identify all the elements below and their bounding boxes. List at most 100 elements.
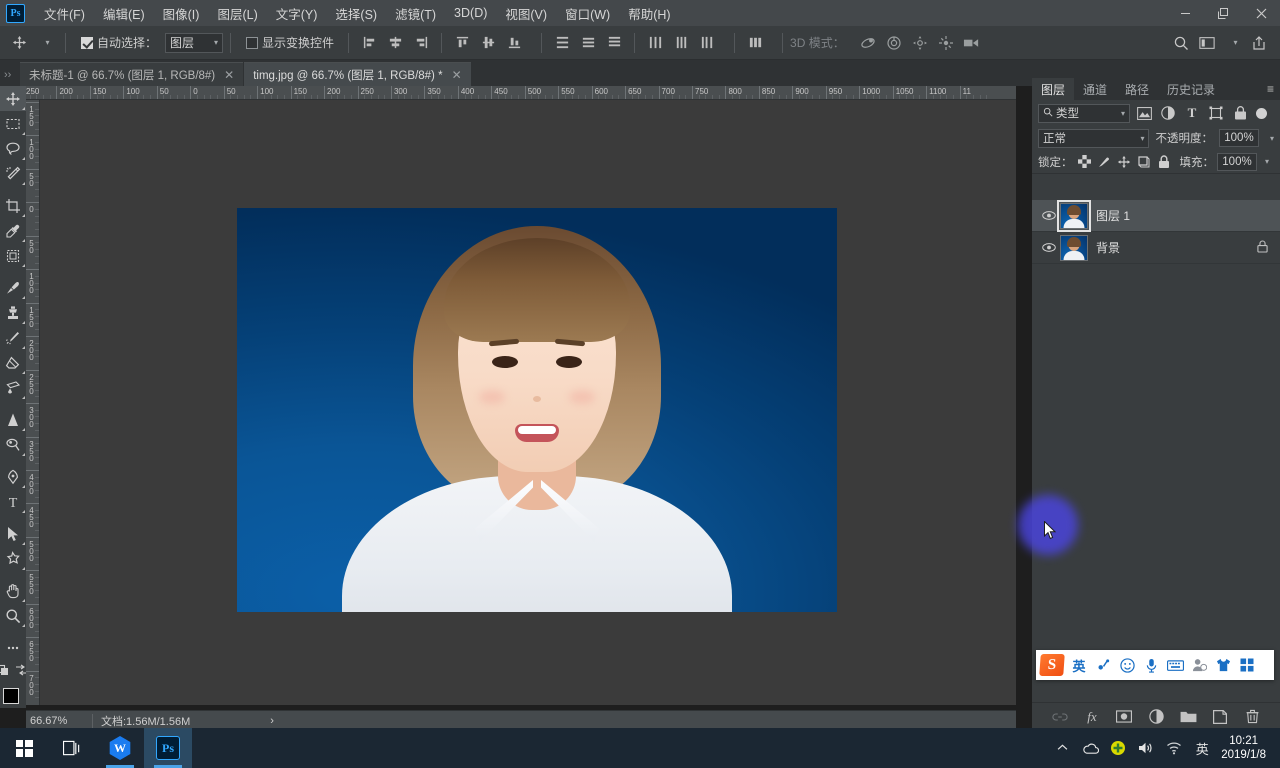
document-image[interactable] xyxy=(237,208,837,612)
move-tool-icon[interactable] xyxy=(6,30,32,56)
eraser-tool-icon[interactable] xyxy=(0,350,26,375)
toolbox-icon[interactable] xyxy=(1238,658,1256,672)
lock-position-icon[interactable] xyxy=(1116,153,1133,170)
link-layers-button[interactable] xyxy=(1051,708,1069,726)
new-layer-button[interactable] xyxy=(1211,708,1229,726)
roll-3d-icon[interactable] xyxy=(881,30,907,56)
show-transform-checkbox[interactable] xyxy=(246,36,259,49)
photoshop-taskbar-button[interactable]: Ps xyxy=(144,728,192,768)
gradient-tool-icon[interactable] xyxy=(0,375,26,400)
document-tab[interactable]: 未标题-1 @ 66.7% (图层 1, RGB/8#) ✕ xyxy=(20,62,244,86)
volume-tray-icon[interactable] xyxy=(1133,728,1159,768)
blend-mode-dropdown[interactable]: 正常 ▾ xyxy=(1038,128,1150,148)
menu-select[interactable]: 选择(S) xyxy=(326,0,386,27)
arrange-documents-icon[interactable] xyxy=(1194,30,1220,56)
menu-window[interactable]: 窗口(W) xyxy=(556,0,619,27)
layer-row[interactable]: 背景 xyxy=(1032,232,1280,264)
sogou-ime-toolbar[interactable]: S 英 xyxy=(1036,650,1274,680)
clone-stamp-tool-icon[interactable] xyxy=(0,300,26,325)
filter-shape-icon[interactable] xyxy=(1206,103,1226,123)
status-expand-arrow-icon[interactable]: › xyxy=(270,715,274,727)
distribute-bottom-edges-icon[interactable] xyxy=(601,30,627,56)
brush-tool-icon[interactable] xyxy=(0,275,26,300)
path-selection-tool-icon[interactable] xyxy=(0,521,26,546)
ime-tray-icon[interactable]: 英 xyxy=(1189,728,1215,768)
align-bottom-edges-icon[interactable] xyxy=(501,30,527,56)
slide-3d-icon[interactable] xyxy=(933,30,959,56)
distribute-vertical-centers-icon[interactable] xyxy=(575,30,601,56)
task-view-icon[interactable] xyxy=(48,728,96,768)
edit-toolbar-icon[interactable] xyxy=(0,635,26,660)
history-brush-tool-icon[interactable] xyxy=(0,325,26,350)
menu-help[interactable]: 帮助(H) xyxy=(619,0,679,27)
opacity-field[interactable]: 100% xyxy=(1218,129,1259,147)
pan-3d-icon[interactable] xyxy=(907,30,933,56)
distribute-top-edges-icon[interactable] xyxy=(549,30,575,56)
align-distribute-options-icon[interactable] xyxy=(742,30,768,56)
layer-visibility-icon[interactable] xyxy=(1038,242,1060,253)
fill-chevron-icon[interactable]: ▾ xyxy=(1265,157,1269,166)
delete-layer-button[interactable] xyxy=(1243,708,1261,726)
skin-icon[interactable] xyxy=(1214,658,1232,672)
menu-type[interactable]: 文字(Y) xyxy=(267,0,327,27)
foreground-color-swatch[interactable] xyxy=(3,688,19,704)
maximize-button[interactable] xyxy=(1204,0,1242,26)
menu-view[interactable]: 视图(V) xyxy=(496,0,556,27)
magic-wand-tool-icon[interactable] xyxy=(0,161,26,186)
crop-tool-icon[interactable] xyxy=(0,193,26,218)
orbit-3d-icon[interactable] xyxy=(855,30,881,56)
panel-menu-icon[interactable]: ≡ xyxy=(1267,82,1274,96)
pen-tool-icon[interactable] xyxy=(0,464,26,489)
ime-mode-button[interactable]: 英 xyxy=(1070,656,1088,675)
new-group-button[interactable] xyxy=(1179,708,1197,726)
type-tool-icon[interactable]: T xyxy=(0,489,26,514)
zoom-level-field[interactable]: 66.67% xyxy=(26,715,84,727)
align-right-edges-icon[interactable] xyxy=(408,30,434,56)
distribute-horizontal-centers-icon[interactable] xyxy=(668,30,694,56)
minimize-button[interactable] xyxy=(1166,0,1204,26)
panel-tab-layers[interactable]: 图层 xyxy=(1032,78,1075,100)
dodge-tool-icon[interactable] xyxy=(0,432,26,457)
menu-image[interactable]: 图像(I) xyxy=(154,0,209,27)
search-icon[interactable] xyxy=(1168,30,1194,56)
canvas-area[interactable] xyxy=(40,100,1016,705)
zoom-tool-icon[interactable] xyxy=(0,603,26,628)
marquee-tool-icon[interactable] xyxy=(0,111,26,136)
close-button[interactable] xyxy=(1242,0,1280,26)
security-tray-icon[interactable] xyxy=(1105,728,1131,768)
menu-filter[interactable]: 滤镜(T) xyxy=(386,0,445,27)
tab-bar-grip-icon[interactable]: ›› xyxy=(0,69,20,86)
hand-tool-icon[interactable] xyxy=(0,578,26,603)
taskbar-clock[interactable]: 10:21 2019/1/8 xyxy=(1217,734,1274,762)
adjustment-layer-button[interactable] xyxy=(1147,708,1165,726)
distribute-left-edges-icon[interactable] xyxy=(642,30,668,56)
filter-kind-dropdown[interactable]: 类型 ▾ xyxy=(1038,103,1130,123)
shape-tool-icon[interactable] xyxy=(0,546,26,571)
keyboard-icon[interactable] xyxy=(1166,659,1184,672)
onedrive-tray-icon[interactable] xyxy=(1077,728,1103,768)
distribute-right-edges-icon[interactable] xyxy=(694,30,720,56)
layer-thumbnail[interactable] xyxy=(1057,199,1091,232)
filter-adjustment-icon[interactable] xyxy=(1158,103,1178,123)
document-tab[interactable]: timg.jpg @ 66.7% (图层 1, RGB/8#) * ✕ xyxy=(244,62,471,86)
lock-transparent-icon[interactable] xyxy=(1076,153,1093,170)
lock-image-icon[interactable] xyxy=(1096,153,1113,170)
align-top-edges-icon[interactable] xyxy=(449,30,475,56)
menu-layer[interactable]: 图层(L) xyxy=(208,0,266,27)
network-tray-icon[interactable] xyxy=(1161,728,1187,768)
menu-edit[interactable]: 编辑(E) xyxy=(94,0,154,27)
opacity-chevron-icon[interactable]: ▾ xyxy=(1270,134,1274,143)
layer-mask-button[interactable] xyxy=(1115,708,1133,726)
quick-mask-icon[interactable] xyxy=(0,663,11,681)
camera-3d-icon[interactable] xyxy=(959,30,985,56)
layer-thumbnail[interactable] xyxy=(1060,234,1088,261)
windows-start-icon[interactable] xyxy=(0,728,48,768)
lasso-tool-icon[interactable] xyxy=(0,136,26,161)
color-swatches[interactable] xyxy=(0,686,27,720)
menu-file[interactable]: 文件(F) xyxy=(35,0,94,27)
layer-style-button[interactable]: fx xyxy=(1083,708,1101,726)
auto-select-target-dropdown[interactable]: 图层 ▾ xyxy=(165,32,224,53)
filter-enable-toggle[interactable] xyxy=(1256,107,1267,119)
panel-tab-history[interactable]: 历史记录 xyxy=(1158,78,1224,100)
frame-tool-icon[interactable] xyxy=(0,243,26,268)
